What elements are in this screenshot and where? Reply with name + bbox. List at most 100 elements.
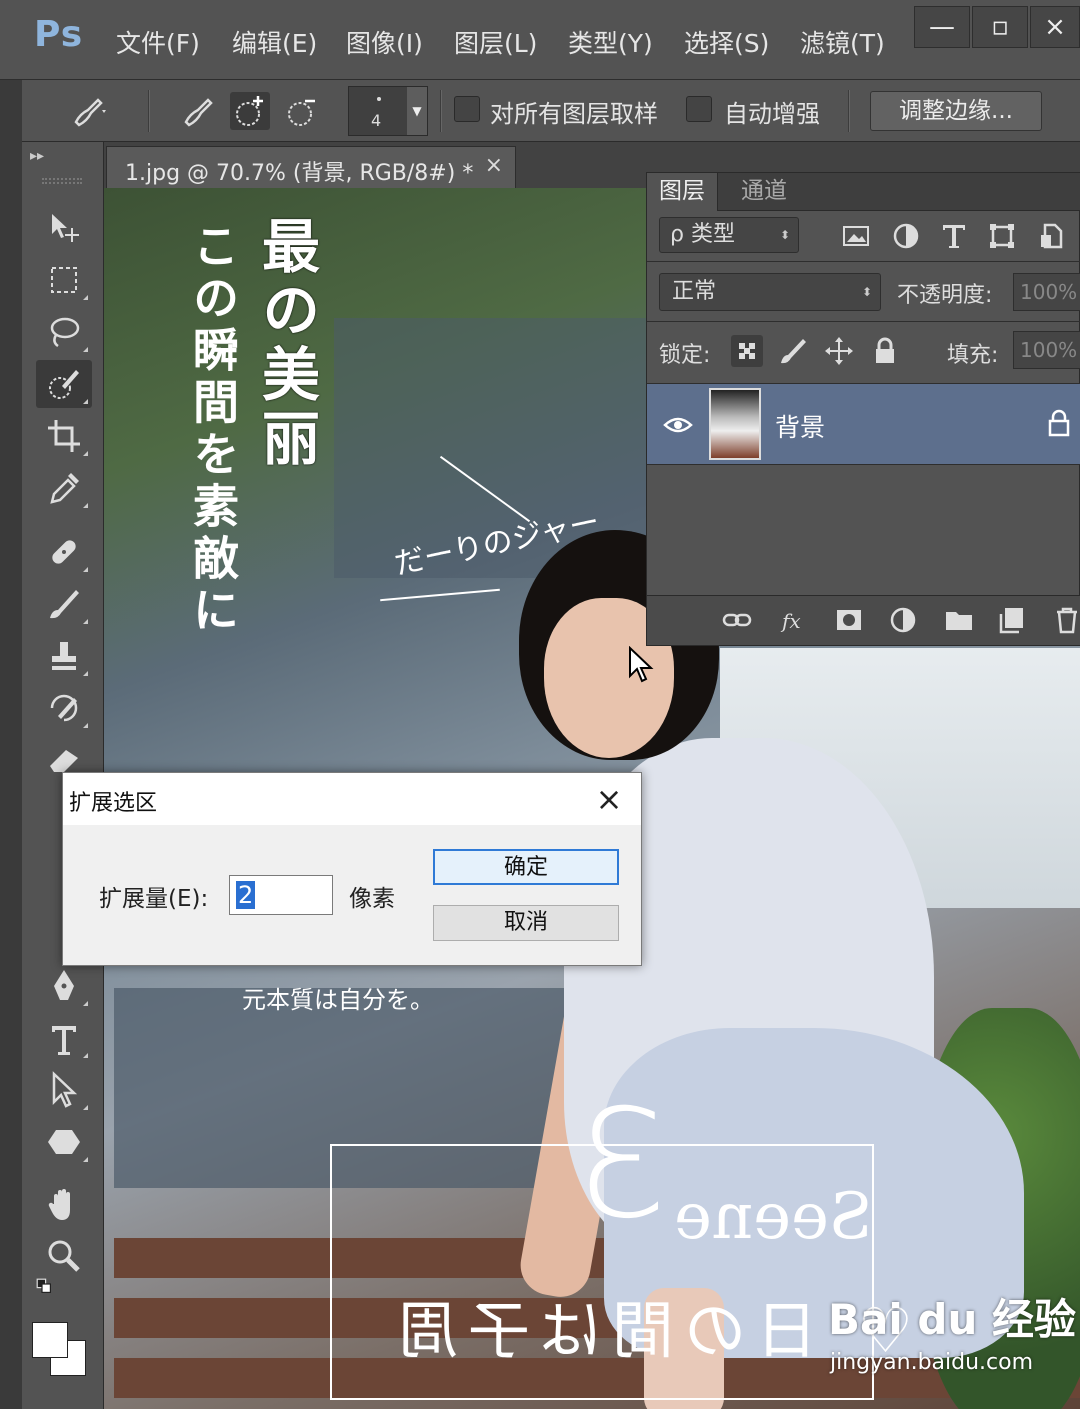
expand-amount-value: 2: [236, 881, 256, 909]
ok-button[interactable]: 确定: [433, 849, 619, 885]
refine-edge-button[interactable]: 调整边缘...: [870, 91, 1042, 131]
tool-preset-picker-icon[interactable]: [68, 92, 108, 130]
brush-size-value: 4: [371, 111, 382, 130]
layer-row-background[interactable]: 背景: [647, 383, 1080, 465]
delete-layer-icon[interactable]: [1051, 604, 1080, 636]
collapse-panel-icon[interactable]: ▸▸: [30, 148, 44, 164]
default-colors-icon[interactable]: [36, 1278, 92, 1310]
quick-selection-tool-icon[interactable]: [36, 360, 92, 408]
close-icon[interactable]: ×: [589, 779, 629, 819]
scene-word: Seene: [674, 1180, 873, 1254]
app-logo: Ps: [34, 14, 84, 55]
link-layers-icon[interactable]: [721, 604, 753, 636]
eyedropper-tool-icon[interactable]: [36, 464, 92, 512]
filter-smart-objects-icon[interactable]: [1037, 221, 1067, 251]
menu-file[interactable]: 文件(F): [116, 24, 200, 60]
annotation-line: [380, 588, 500, 602]
lock-all-icon[interactable]: [869, 335, 901, 367]
history-brush-tool-icon[interactable]: [36, 684, 92, 732]
cancel-button[interactable]: 取消: [433, 905, 619, 941]
tab-layers[interactable]: 图层: [647, 173, 718, 211]
pen-tool-icon[interactable]: [36, 962, 92, 1010]
divider: [148, 90, 150, 132]
blend-mode-value: 正常: [672, 279, 717, 304]
unit-label: 像素: [349, 886, 395, 912]
fill-label: 填充:: [947, 343, 999, 368]
chevron-updown-icon: ⬍: [779, 228, 790, 242]
canvas-vertical-subtitle: この瞬間を素敵に: [186, 222, 240, 638]
shape-tool-icon[interactable]: [36, 1118, 92, 1166]
filter-adjustment-layers-icon[interactable]: [891, 221, 921, 251]
toolbox-grip[interactable]: [42, 178, 82, 184]
new-adjustment-layer-icon[interactable]: [887, 604, 919, 636]
chevron-down-icon[interactable]: ▼: [407, 87, 427, 135]
path-selection-tool-icon[interactable]: [36, 1066, 92, 1114]
opacity-field[interactable]: 100%: [1013, 273, 1080, 311]
dialog-title-bar[interactable]: 扩展选区 ×: [63, 773, 641, 825]
lock-transparent-pixels-icon[interactable]: [731, 335, 763, 367]
tab-channels[interactable]: 通道: [729, 173, 799, 211]
sample-all-layers-checkbox[interactable]: [454, 96, 480, 122]
menu-filter[interactable]: 滤镜(T): [800, 24, 885, 60]
expand-amount-input[interactable]: 2: [229, 875, 333, 915]
menu-type[interactable]: 类型(Y): [568, 24, 653, 60]
new-selection-icon[interactable]: [178, 92, 218, 130]
crop-tool-icon[interactable]: [36, 412, 92, 460]
marquee-tool-icon[interactable]: [36, 256, 92, 304]
filter-shape-layers-icon[interactable]: [987, 221, 1017, 251]
lasso-tool-icon[interactable]: [36, 308, 92, 356]
lock-image-pixels-icon[interactable]: [777, 335, 809, 367]
restore-button[interactable]: ▫: [972, 6, 1028, 48]
panel-tab-bar: 图层 通道: [647, 173, 1080, 211]
svg-text:fx: fx: [780, 609, 801, 633]
lock-position-icon[interactable]: [823, 335, 855, 367]
layers-panel: 图层 通道 ρ 类型 ⬍ 正常 ⬍ 不透明度: 100% 锁定: 填充: 100…: [646, 172, 1080, 646]
blend-mode-select[interactable]: 正常 ⬍: [659, 273, 881, 311]
menu-image[interactable]: 图像(I): [346, 24, 423, 60]
divider: [647, 321, 1080, 322]
layer-name: 背景: [775, 413, 826, 442]
mouse-cursor-icon: [628, 645, 654, 688]
brush-tool-icon[interactable]: [36, 580, 92, 628]
clone-stamp-tool-icon[interactable]: [36, 632, 92, 680]
zoom-tool-icon[interactable]: [36, 1232, 92, 1280]
layer-thumbnail: [709, 388, 761, 460]
layer-filter-select[interactable]: ρ 类型 ⬍: [659, 217, 799, 253]
auto-enhance-checkbox[interactable]: [686, 96, 712, 122]
document-tab[interactable]: 1.jpg @ 70.7% (背景, RGB/8#) * ×: [106, 146, 516, 188]
close-window-button[interactable]: ×: [1030, 6, 1080, 48]
layer-filter-label: ρ 类型: [670, 222, 735, 247]
healing-brush-tool-icon[interactable]: [36, 528, 92, 576]
add-mask-icon[interactable]: [833, 604, 865, 636]
new-layer-icon[interactable]: [997, 604, 1029, 636]
foreground-color-swatch[interactable]: [32, 1322, 68, 1358]
add-to-selection-icon[interactable]: [230, 92, 270, 130]
type-tool-icon[interactable]: [36, 1014, 92, 1062]
canvas-vertical-title: 最の美丽: [252, 216, 320, 472]
fill-field[interactable]: 100%: [1013, 331, 1080, 369]
layers-panel-footer: fx: [647, 595, 1080, 645]
brush-size-picker[interactable]: 4 ▼: [348, 86, 428, 136]
move-tool-icon[interactable]: [36, 204, 92, 252]
auto-enhance-label: 自动增强: [724, 100, 820, 128]
hand-tool-icon[interactable]: [36, 1180, 92, 1228]
layer-style-fx-icon[interactable]: fx: [779, 604, 811, 636]
menu-select[interactable]: 选择(S): [684, 24, 769, 60]
divider: [848, 90, 850, 132]
chevron-updown-icon: ⬍: [861, 285, 872, 299]
canvas-caption: 元本質は自分を。: [242, 986, 434, 1014]
eye-icon[interactable]: [663, 410, 693, 440]
expand-selection-dialog: 扩展选区 × 扩展量(E): 2 像素 确定 取消: [62, 772, 642, 966]
options-bar: 4 ▼ 对所有图层取样 自动增强 调整边缘...: [22, 80, 1080, 142]
close-document-icon[interactable]: ×: [485, 153, 503, 178]
scene-number: 3: [574, 1078, 670, 1252]
baidu-watermark-logo: Bai du 经验: [828, 1295, 1076, 1344]
filter-type-layers-icon[interactable]: [939, 221, 969, 251]
menu-layer[interactable]: 图层(L): [454, 24, 537, 60]
minimize-button[interactable]: —: [914, 6, 970, 48]
menu-edit[interactable]: 编辑(E): [232, 24, 317, 60]
new-group-icon[interactable]: [943, 604, 975, 636]
filter-pixel-layers-icon[interactable]: [841, 221, 871, 251]
subtract-from-selection-icon[interactable]: [282, 92, 322, 130]
divider: [647, 261, 1080, 262]
